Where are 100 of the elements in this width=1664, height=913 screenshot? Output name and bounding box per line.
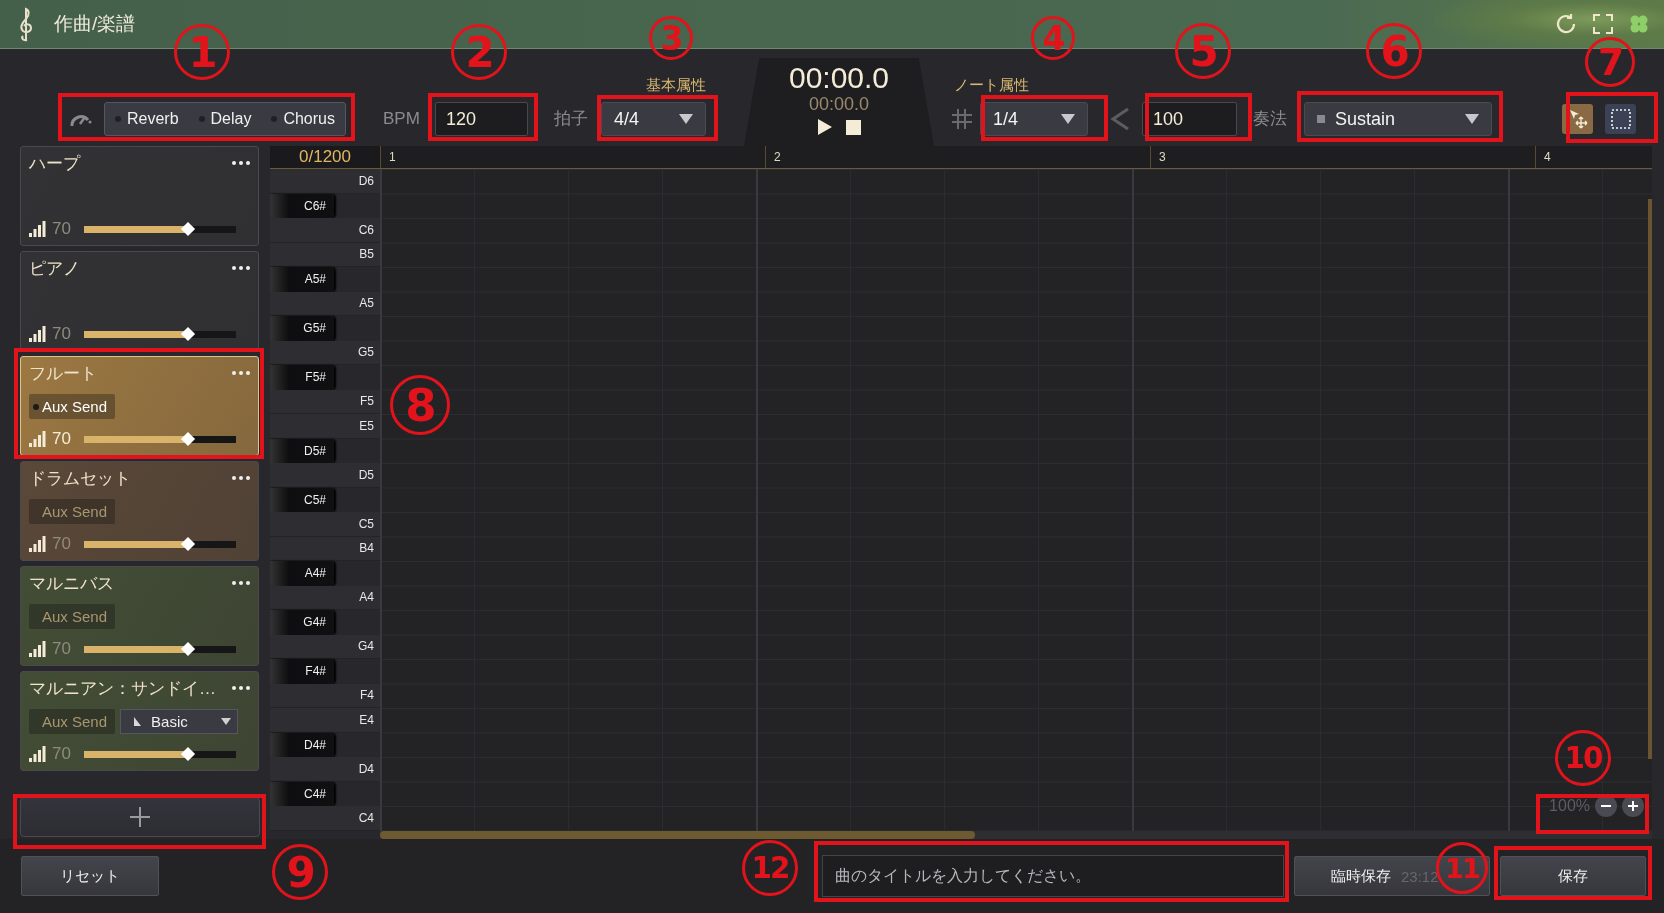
piano-key[interactable]: A5#: [270, 267, 334, 292]
callout-number: 12: [742, 840, 798, 896]
measure-number: 2: [765, 146, 1150, 168]
piano-key[interactable]: A5: [270, 291, 380, 316]
volume-bars-icon: [29, 536, 46, 552]
piano-key[interactable]: F5#: [270, 365, 334, 390]
callout-number: 10: [1555, 730, 1611, 786]
song-title-field[interactable]: 曲のタイトルを入力してください。: [822, 855, 1284, 897]
bpm-field[interactable]: 120: [435, 102, 528, 136]
piano-key[interactable]: E5: [270, 414, 380, 439]
window-title: 作曲/楽譜: [54, 12, 136, 36]
volume-bars-icon: [29, 221, 46, 237]
note-counter: 0/1200: [270, 146, 380, 168]
callout-number: 5: [1175, 23, 1231, 79]
fullscreen-icon[interactable]: [1592, 13, 1614, 35]
marquee-icon: [1609, 108, 1632, 130]
triangle-icon: [133, 717, 142, 726]
piano-key[interactable]: C6: [270, 218, 380, 243]
piano-key[interactable]: B4: [270, 536, 380, 561]
volume-value: 70: [52, 744, 72, 764]
plus-icon: [130, 807, 150, 827]
volume-bars-icon: [29, 641, 46, 657]
piano-key[interactable]: D5: [270, 463, 380, 488]
track-name: ピアノ: [29, 257, 80, 280]
piano-key[interactable]: A4: [270, 585, 380, 610]
square-icon: [1317, 115, 1325, 123]
piano-key[interactable]: G5#: [270, 316, 334, 341]
track-card[interactable]: マルニバス Aux Send 70: [20, 566, 259, 666]
callout-number: 1: [174, 24, 230, 80]
piano-key[interactable]: F4: [270, 683, 380, 708]
articulation-label: 奏法: [1253, 108, 1288, 130]
track-card[interactable]: ハープ 70: [20, 146, 259, 246]
aux-send-toggle[interactable]: Aux Send: [29, 499, 116, 524]
callout-number: 4: [1031, 16, 1075, 60]
volume-value: 70: [52, 429, 72, 449]
volume-bars-icon: [29, 431, 46, 447]
horizontal-scrollbar[interactable]: [380, 831, 975, 839]
time-signature-dropdown[interactable]: 4/4: [601, 102, 706, 136]
track-card[interactable]: ドラムセット Aux Send 70: [20, 461, 259, 561]
piano-key[interactable]: D4: [270, 757, 380, 782]
play-icon[interactable]: [817, 119, 832, 135]
aux-send-toggle[interactable]: Aux Send: [29, 604, 116, 629]
clover-icon[interactable]: [1628, 13, 1650, 35]
refresh-icon[interactable]: [1554, 12, 1578, 36]
piano-key[interactable]: C4: [270, 806, 380, 831]
measure-number: 3: [1150, 146, 1535, 168]
aux-send-toggle[interactable]: Aux Send: [29, 394, 116, 419]
piano-key[interactable]: D4#: [270, 732, 334, 757]
track-card[interactable]: フルート Aux Send 70: [20, 356, 259, 456]
callout-number: 9: [272, 844, 328, 900]
callout-number: 2: [451, 24, 507, 80]
piano-key[interactable]: D6: [270, 169, 380, 194]
note-length-dropdown[interactable]: 1/4: [980, 102, 1088, 136]
piano-key[interactable]: C6#: [270, 193, 334, 218]
add-track-button[interactable]: [20, 797, 260, 837]
piano-key[interactable]: E4: [270, 708, 380, 733]
effect-toggle[interactable]: Chorus: [269, 110, 337, 128]
volume-value: 70: [52, 534, 72, 554]
elapsed-time: 00:00.0: [788, 62, 890, 94]
piano-key[interactable]: C5#: [270, 487, 334, 512]
volume-value: 70: [52, 639, 72, 659]
reset-button[interactable]: リセット: [21, 856, 159, 896]
piano-key[interactable]: B5: [270, 242, 380, 267]
more-icon[interactable]: [232, 161, 250, 165]
more-icon[interactable]: [232, 476, 250, 480]
section-label: ノート属性: [954, 76, 1030, 95]
caret-icon: [221, 718, 232, 725]
zoom-level: 100%: [1549, 797, 1590, 815]
piano-key[interactable]: G4#: [270, 610, 334, 635]
effect-toggle[interactable]: Reverb: [113, 110, 181, 128]
piano-key[interactable]: A4#: [270, 561, 334, 586]
piano-key[interactable]: C5: [270, 512, 380, 537]
piano-key[interactable]: G4: [270, 634, 380, 659]
more-icon[interactable]: [232, 686, 250, 690]
vertical-scrollbar[interactable]: [1648, 199, 1652, 759]
preset-dropdown[interactable]: Basic: [120, 709, 239, 734]
piano-key[interactable]: D5#: [270, 438, 334, 463]
track-name: ハープ: [29, 152, 80, 175]
aux-send-toggle[interactable]: Aux Send: [29, 709, 116, 734]
measure-number: 4: [1535, 146, 1652, 168]
section-label: 基本属性: [646, 76, 706, 95]
piano-key[interactable]: C4#: [270, 781, 334, 806]
effect-toggle[interactable]: Delay: [196, 110, 254, 128]
marquee-tool[interactable]: [1605, 104, 1636, 134]
more-icon[interactable]: [232, 266, 250, 270]
save-button[interactable]: 保存: [1500, 856, 1646, 896]
volume-value: 70: [52, 219, 72, 239]
stop-icon[interactable]: [845, 119, 861, 135]
articulation-dropdown[interactable]: Sustain: [1304, 102, 1492, 136]
volume-value: 70: [52, 324, 72, 344]
callout-number: 8: [390, 375, 450, 435]
callout-number: 7: [1585, 37, 1635, 87]
track-card[interactable]: ピアノ 70: [20, 251, 259, 351]
track-card[interactable]: マルニアン：サンドイ… Aux Send Basic 70: [20, 671, 259, 771]
more-icon[interactable]: [232, 581, 250, 585]
piano-key[interactable]: F4#: [270, 659, 334, 684]
piano-key[interactable]: G5: [270, 340, 380, 365]
measure-number: 1: [380, 146, 765, 168]
piano-key[interactable]: F5: [270, 389, 380, 414]
velocity-field[interactable]: 100: [1142, 102, 1237, 136]
